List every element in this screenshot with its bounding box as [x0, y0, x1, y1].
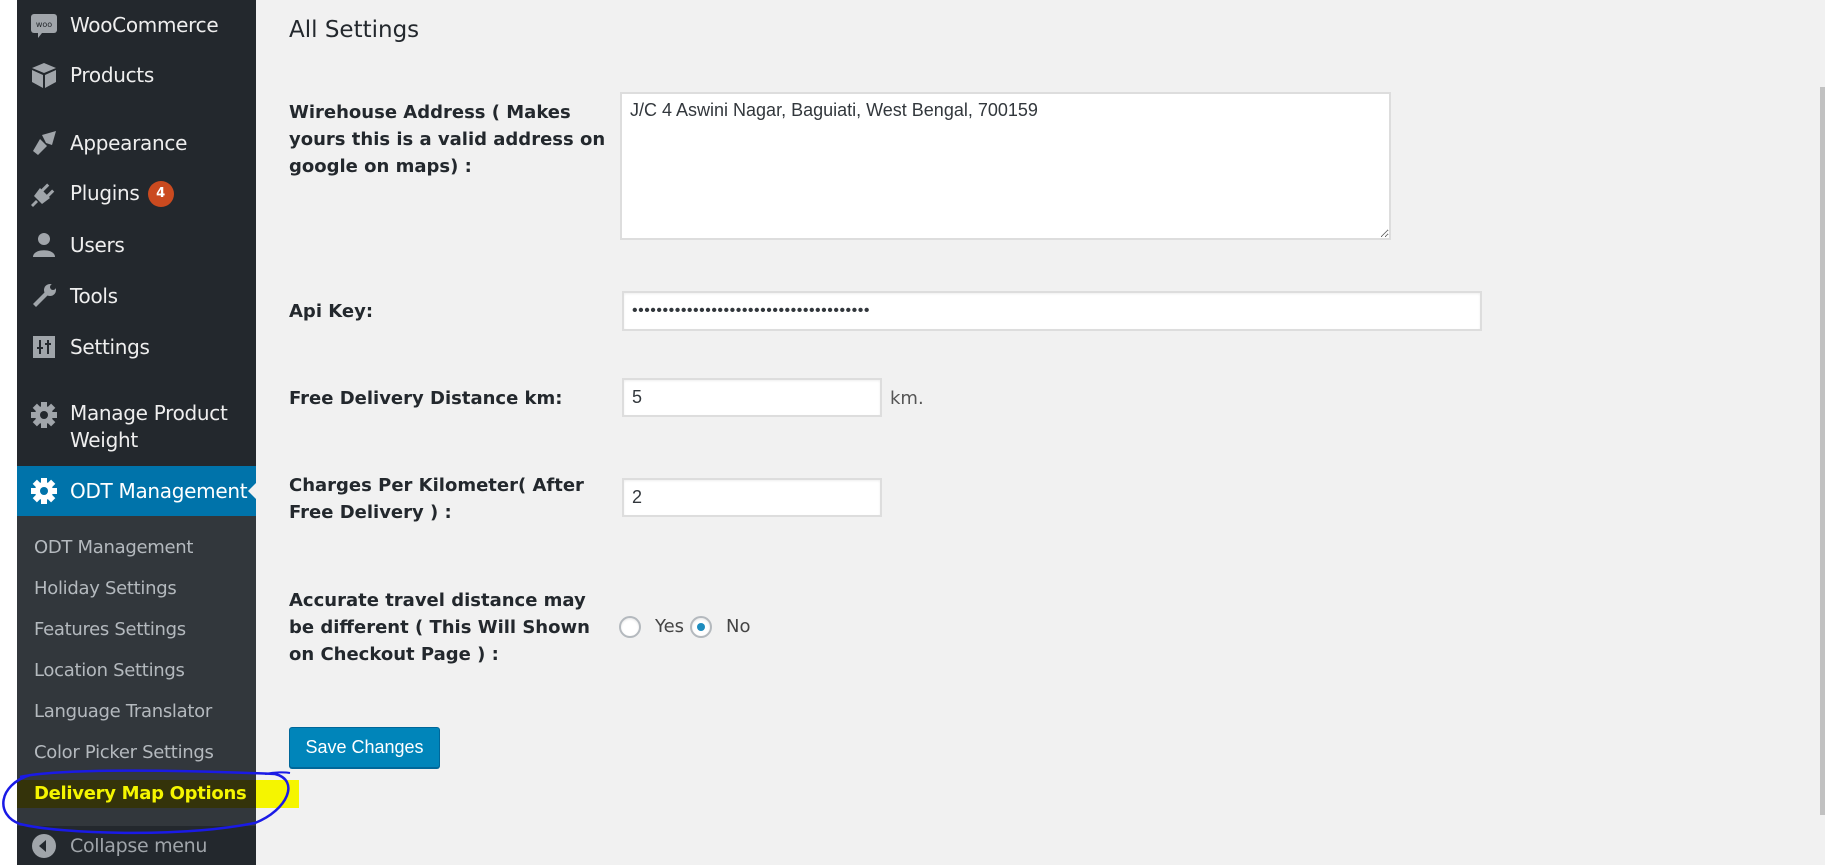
sidebar-item-tools[interactable]: Tools	[17, 281, 256, 311]
sidebar-item-products[interactable]: Products	[17, 60, 256, 90]
warehouse-address-textarea[interactable]: J/C 4 Aswini Nagar, Baguiati, West Benga…	[620, 92, 1391, 240]
sidebar-item-label: Settings	[70, 335, 150, 359]
accurate-distance-label: Accurate travel distance may be differen…	[289, 587, 590, 668]
left-margin	[0, 0, 17, 865]
admin-sidebar: woo WooCommerce Products Appearance Plug…	[17, 0, 299, 865]
woocommerce-icon: woo	[29, 10, 59, 40]
submenu-item-location-settings[interactable]: Location Settings	[34, 660, 185, 681]
page-title: All Settings	[289, 17, 420, 43]
sidebar-item-plugins[interactable]: Plugins 4	[17, 179, 256, 209]
label-line: be different ( This Will Shown	[289, 617, 590, 638]
box-icon	[29, 60, 59, 90]
address-label: Wirehouse Address ( Makes yours this is …	[289, 99, 605, 180]
submenu-item-delivery-map-options[interactable]: Delivery Map Options	[34, 783, 247, 804]
wordpress-admin-page: woo WooCommerce Products Appearance Plug…	[0, 0, 1825, 865]
user-icon	[29, 230, 59, 260]
charges-per-km-input[interactable]: 2	[622, 478, 882, 517]
label-line: google on maps) :	[289, 156, 472, 177]
label-line: on Checkout Page ) :	[289, 644, 499, 665]
sidebar-item-users[interactable]: Users	[17, 230, 256, 260]
paintbrush-icon	[29, 128, 59, 158]
gear-icon	[29, 476, 59, 506]
radio-yes[interactable]	[619, 616, 641, 638]
submenu-item-odt-management[interactable]: ODT Management	[34, 537, 193, 558]
submenu-item-color-picker-settings[interactable]: Color Picker Settings	[34, 742, 214, 763]
main-content: All Settings Wirehouse Address ( Makes y…	[256, 0, 1825, 865]
sidebar-item-label: Products	[70, 63, 154, 87]
gear-icon	[29, 400, 59, 430]
sliders-icon	[29, 332, 59, 362]
label-line: Weight	[70, 428, 138, 452]
label-line: Free Delivery ) :	[289, 502, 452, 523]
submenu-item-holiday-settings[interactable]: Holiday Settings	[34, 578, 177, 599]
submenu-item-language-translator[interactable]: Language Translator	[34, 701, 212, 722]
collapse-menu-button[interactable]: Collapse menu	[17, 826, 256, 865]
vertical-scrollbar[interactable]	[1820, 87, 1825, 815]
sidebar-item-woocommerce[interactable]: woo WooCommerce	[17, 10, 256, 40]
sidebar-item-manage-product-weight[interactable]: Manage Product Weight	[17, 400, 256, 454]
sidebar-item-label: WooCommerce	[70, 13, 219, 37]
label-line: yours this is a valid address on	[289, 129, 606, 150]
api-key-input[interactable]: •••••••••••••••••••••••••••••••••••••••	[622, 291, 1482, 331]
label-line: Accurate travel distance may	[289, 590, 586, 611]
collapse-arrow-icon	[29, 831, 59, 861]
sidebar-item-settings[interactable]: Settings	[17, 332, 256, 362]
sidebar-item-label: Users	[70, 233, 125, 257]
radio-yes-label[interactable]: Yes	[655, 616, 684, 637]
free-delivery-distance-input[interactable]: 5	[622, 378, 882, 417]
label-line: Charges Per Kilometer( After	[289, 475, 584, 496]
submenu-item-features-settings[interactable]: Features Settings	[34, 619, 186, 640]
plug-icon	[29, 179, 59, 209]
sidebar-item-appearance[interactable]: Appearance	[17, 128, 256, 158]
svg-text:woo: woo	[36, 20, 52, 29]
sidebar-item-label: Appearance	[70, 131, 188, 155]
plugins-label: Plugins	[70, 180, 140, 205]
wrench-icon	[29, 281, 59, 311]
radio-no[interactable]	[690, 616, 712, 638]
sidebar-item-label: Manage Product Weight	[70, 400, 228, 454]
save-changes-button[interactable]: Save Changes	[289, 727, 440, 768]
sidebar-item-label: ODT Management	[70, 479, 248, 503]
sidebar-item-label: Tools	[70, 284, 118, 308]
free-delivery-distance-label: Free Delivery Distance km:	[289, 388, 563, 409]
charges-per-km-label: Charges Per Kilometer( After Free Delive…	[289, 472, 584, 526]
collapse-label: Collapse menu	[70, 834, 208, 857]
sidebar-item-label: Plugins 4	[70, 181, 174, 208]
radio-no-label[interactable]: No	[726, 616, 750, 637]
sidebar-item-odt-management[interactable]: ODT Management	[17, 466, 257, 516]
plugin-update-badge: 4	[147, 181, 174, 208]
api-key-label: Api Key:	[289, 301, 374, 322]
label-line: Wirehouse Address ( Makes	[289, 102, 571, 123]
label-line: Manage Product	[70, 401, 228, 425]
km-unit-label: km.	[890, 388, 924, 409]
